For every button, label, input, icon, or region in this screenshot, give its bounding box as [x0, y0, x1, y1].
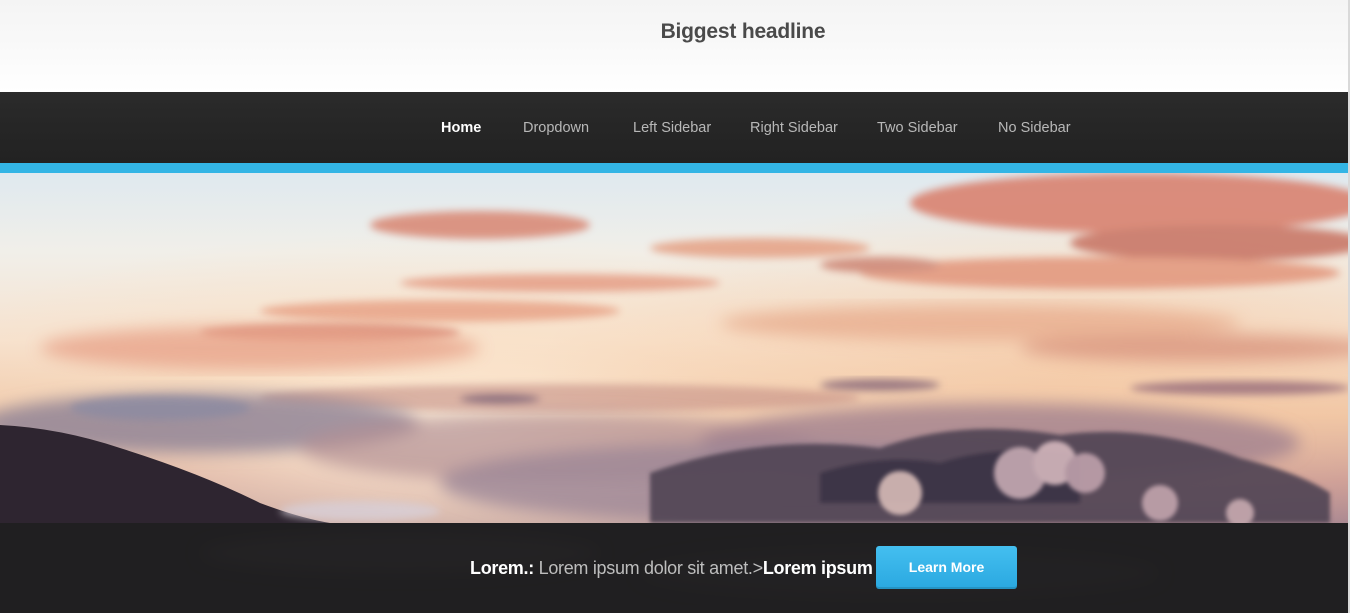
nav-item-dropdown[interactable]: Dropdown — [523, 119, 589, 137]
nav-item-no-sidebar[interactable]: No Sidebar — [998, 119, 1071, 137]
site-title[interactable]: Biggest headline — [0, 19, 1350, 45]
nav-item-two-sidebar[interactable]: Two Sidebar — [877, 119, 958, 137]
learn-more-button[interactable]: Learn More — [876, 546, 1017, 589]
caption-prefix: Lorem.: — [470, 558, 534, 578]
accent-stripe — [0, 163, 1350, 173]
hero-caption: Lorem.: Lorem ipsum dolor sit amet.>Lore… — [470, 556, 873, 580]
caption-link[interactable]: Lorem ipsum — [763, 558, 873, 578]
page: Biggest headline Home Dropdown Left Side… — [0, 0, 1350, 613]
main-navigation: Home Dropdown Left Sidebar Right Sidebar… — [0, 92, 1350, 163]
nav-item-home[interactable]: Home — [441, 119, 481, 137]
site-header: Biggest headline — [0, 0, 1350, 92]
caption-body: Lorem ipsum dolor sit amet.> — [533, 558, 764, 578]
nav-item-right-sidebar[interactable]: Right Sidebar — [750, 119, 838, 137]
nav-item-left-sidebar[interactable]: Left Sidebar — [633, 119, 711, 137]
